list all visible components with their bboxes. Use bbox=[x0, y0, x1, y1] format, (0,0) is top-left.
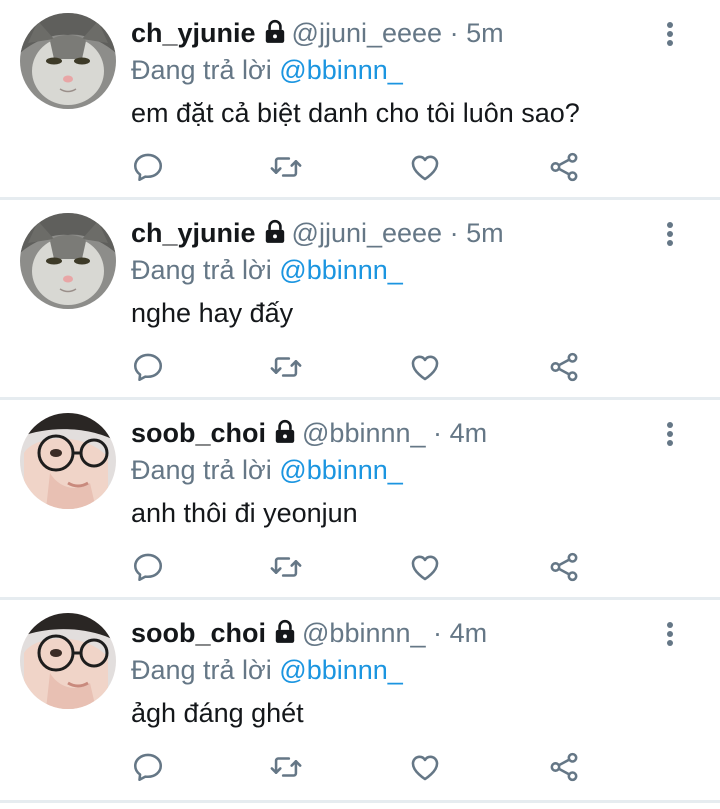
tweet-actions bbox=[131, 550, 591, 586]
user-handle[interactable]: @bbinnn_ bbox=[302, 618, 426, 648]
separator-dot: · bbox=[449, 218, 459, 248]
reply-icon[interactable] bbox=[131, 350, 167, 386]
user-handle[interactable]: @jjuni_eeee bbox=[292, 218, 443, 248]
avatar-person[interactable] bbox=[20, 613, 116, 709]
like-icon[interactable] bbox=[408, 150, 444, 186]
tweet[interactable]: soob_choi @bbinnn_ · 4m Đang trả lời @bbi… bbox=[0, 400, 720, 600]
tweet-text: ảgh đáng ghét bbox=[131, 698, 304, 728]
timeline: ch_yjunie @jjuni_eeee · 5m Đang trả lời @… bbox=[0, 0, 720, 803]
reply-mention[interactable]: @bbinnn_ bbox=[279, 455, 403, 485]
retweet-icon[interactable] bbox=[269, 750, 305, 786]
like-icon[interactable] bbox=[408, 550, 444, 586]
tweet-header: soob_choi @bbinnn_ · 4m bbox=[131, 417, 487, 452]
avatar-cat[interactable] bbox=[20, 213, 116, 309]
retweet-icon[interactable] bbox=[269, 150, 305, 186]
reply-context: Đang trả lời @bbinnn_ bbox=[131, 54, 403, 86]
tweet[interactable]: ch_yjunie @jjuni_eeee · 5m Đang trả lời @… bbox=[0, 200, 720, 400]
reply-prefix: Đang trả lời bbox=[131, 655, 272, 685]
avatar-cat[interactable] bbox=[20, 13, 116, 109]
timestamp[interactable]: 4m bbox=[450, 618, 488, 648]
reply-prefix: Đang trả lời bbox=[131, 55, 272, 85]
more-vertical-icon[interactable] bbox=[660, 420, 680, 450]
reply-context: Đang trả lời @bbinnn_ bbox=[131, 654, 403, 686]
reply-mention[interactable]: @bbinnn_ bbox=[279, 55, 403, 85]
timestamp[interactable]: 5m bbox=[466, 218, 504, 248]
reply-icon[interactable] bbox=[131, 550, 167, 586]
more-vertical-icon[interactable] bbox=[660, 20, 680, 50]
more-vertical-icon[interactable] bbox=[660, 220, 680, 250]
user-handle[interactable]: @jjuni_eeee bbox=[292, 18, 443, 48]
lock-icon bbox=[262, 19, 288, 52]
tweet-header: soob_choi @bbinnn_ · 4m bbox=[131, 617, 487, 652]
tweet-actions bbox=[131, 350, 591, 386]
lock-icon bbox=[262, 219, 288, 252]
tweet-header: ch_yjunie @jjuni_eeee · 5m bbox=[131, 217, 504, 252]
share-icon[interactable] bbox=[547, 750, 583, 786]
tweet-actions bbox=[131, 750, 591, 786]
reply-icon[interactable] bbox=[131, 750, 167, 786]
lock-icon bbox=[272, 419, 298, 452]
reply-mention[interactable]: @bbinnn_ bbox=[279, 655, 403, 685]
like-icon[interactable] bbox=[408, 750, 444, 786]
tweet-text: anh thôi đi yeonjun bbox=[131, 498, 358, 528]
tweet[interactable]: ch_yjunie @jjuni_eeee · 5m Đang trả lời @… bbox=[0, 0, 720, 200]
share-icon[interactable] bbox=[547, 550, 583, 586]
separator-dot: · bbox=[433, 618, 443, 648]
display-name[interactable]: soob_choi bbox=[131, 618, 266, 648]
retweet-icon[interactable] bbox=[269, 350, 305, 386]
timestamp[interactable]: 4m bbox=[450, 418, 488, 448]
tweet-header: ch_yjunie @jjuni_eeee · 5m bbox=[131, 17, 504, 52]
reply-prefix: Đang trả lời bbox=[131, 455, 272, 485]
display-name[interactable]: ch_yjunie bbox=[131, 218, 256, 248]
tweet-text: nghe hay đấy bbox=[131, 298, 294, 328]
share-icon[interactable] bbox=[547, 350, 583, 386]
reply-icon[interactable] bbox=[131, 150, 167, 186]
reply-mention[interactable]: @bbinnn_ bbox=[279, 255, 403, 285]
display-name[interactable]: ch_yjunie bbox=[131, 18, 256, 48]
tweet[interactable]: soob_choi @bbinnn_ · 4m Đang trả lời @bbi… bbox=[0, 600, 720, 803]
reply-prefix: Đang trả lời bbox=[131, 255, 272, 285]
tweet-text: em đặt cả biệt danh cho tôi luôn sao? bbox=[131, 98, 580, 128]
share-icon[interactable] bbox=[547, 150, 583, 186]
reply-context: Đang trả lời @bbinnn_ bbox=[131, 454, 403, 486]
like-icon[interactable] bbox=[408, 350, 444, 386]
separator-dot: · bbox=[433, 418, 443, 448]
tweet-actions bbox=[131, 150, 591, 186]
avatar-person[interactable] bbox=[20, 413, 116, 509]
display-name[interactable]: soob_choi bbox=[131, 418, 266, 448]
reply-context: Đang trả lời @bbinnn_ bbox=[131, 254, 403, 286]
lock-icon bbox=[272, 619, 298, 652]
user-handle[interactable]: @bbinnn_ bbox=[302, 418, 426, 448]
retweet-icon[interactable] bbox=[269, 550, 305, 586]
more-vertical-icon[interactable] bbox=[660, 620, 680, 650]
timestamp[interactable]: 5m bbox=[466, 18, 504, 48]
separator-dot: · bbox=[449, 18, 459, 48]
